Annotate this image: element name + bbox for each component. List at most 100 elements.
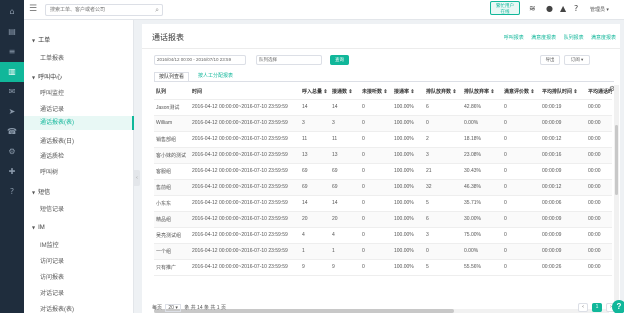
page-number-button[interactable]: 1	[592, 303, 602, 312]
scroll-thumb[interactable]	[615, 125, 618, 195]
table-row[interactable]: 吴亮测试组 2016-04-12 00:00:00~2016-07-10 23:5…	[154, 227, 612, 244]
col-unanswered[interactable]: 未接听数 ⇕	[360, 85, 392, 100]
col-abandon-rate[interactable]: 排队放弃率 ⇕	[462, 85, 502, 100]
cell-unanswered: 0	[360, 147, 392, 164]
home-icon[interactable]: ⌂	[0, 2, 24, 22]
status-badge[interactable]: 繁忙用户 在线	[490, 1, 520, 15]
cell-abandon-rate: 35.71%	[462, 195, 502, 212]
cell-unanswered: 0	[360, 131, 392, 148]
search-input[interactable]	[50, 5, 150, 15]
cell-avg-queue: 00:00:09	[540, 211, 586, 228]
nav-item-call-tree[interactable]: 呼叫树	[40, 167, 58, 176]
table-row[interactable]: 售前组 2016-04-12 00:00:00~2016-07-10 23:59:…	[154, 179, 612, 196]
link-satisfaction-report-2[interactable]: 满意度报表	[591, 35, 616, 41]
col-satisfaction[interactable]: 满意评价数 ⇕	[502, 85, 540, 100]
nav-item-visit-records[interactable]: 访问记录	[40, 256, 64, 265]
col-inbound-total[interactable]: 呼入总量 ⇕	[300, 85, 330, 100]
cell-abandon-rate: 0.00%	[462, 243, 502, 260]
alert-icon[interactable]: ▲	[560, 4, 566, 14]
queue-select[interactable]: 队列选择	[256, 55, 322, 65]
nav-item-call-quality[interactable]: 通话质检	[40, 151, 64, 160]
nav-item-im-monitor[interactable]: IM监控	[40, 240, 59, 249]
nav-item-sms-records[interactable]: 短信记录	[40, 204, 64, 213]
cell-queue: 小东东	[154, 195, 190, 212]
message-icon[interactable]: ✉	[0, 82, 24, 102]
nav-group-im[interactable]: ▼ IM	[32, 225, 45, 231]
col-answer-rate[interactable]: 接通率 ⇕	[392, 85, 424, 100]
nav-item-call-report-table[interactable]: 通话报表(表)	[24, 116, 134, 130]
menu-toggle-icon[interactable]: ☰	[29, 4, 39, 14]
cell-avg-queue: 00:00:09	[540, 163, 586, 180]
query-button[interactable]: 查询	[330, 55, 349, 65]
col-abandon-count[interactable]: 排队放弃数 ⇕	[424, 85, 462, 100]
cell-time: 2016-04-12 00:00:00~2016-07-10 23:59:59	[190, 99, 300, 116]
list-icon[interactable]: ≡	[0, 42, 24, 62]
nav-item-call-records[interactable]: 通话记录	[40, 104, 64, 113]
table-row[interactable]: 小东东 2016-04-12 00:00:00~2016-07-10 23:59:…	[154, 195, 612, 212]
table-row[interactable]: 只有推广 2016-04-12 00:00:00~2016-07-10 23:59…	[154, 259, 612, 276]
cell-abandon-rate: 30.00%	[462, 211, 502, 228]
cell-inbound: 1	[300, 243, 330, 260]
cell-avg-talk: 00:00	[586, 243, 612, 260]
nav-item-call-report-day[interactable]: 通话报表(日)	[40, 136, 74, 145]
cell-avg-queue: 00:00:09	[540, 243, 586, 260]
cell-avg-queue: 00:00:16	[540, 147, 586, 164]
col-queue[interactable]: 队列	[154, 85, 190, 100]
table-row[interactable]: 一个组 2016-04-12 00:00:00~2016-07-10 23:59:…	[154, 243, 612, 260]
cell-answer-rate: 100.00%	[392, 179, 424, 196]
cell-abandon-rate: 30.43%	[462, 163, 502, 180]
nav-item-call-monitor[interactable]: 呼叫监控	[40, 88, 64, 97]
cell-abandon: 5	[424, 195, 462, 212]
prev-page-button[interactable]: ‹	[578, 303, 588, 312]
main-panel: 通话报表 呼叫报表 满意度报表 队列报表 满意度报表 2016/04/12 00…	[142, 24, 620, 313]
cell-queue: Jason测试	[154, 99, 190, 116]
caret-down-icon: ▼	[32, 190, 36, 195]
help-chat-button[interactable]: ?	[612, 300, 624, 313]
table-row[interactable]: 客小妹的测试 2016-04-12 00:00:00~2016-07-10 23:…	[154, 147, 612, 164]
table-row[interactable]: 客服组 2016-04-12 00:00:00~2016-07-10 23:59:…	[154, 163, 612, 180]
table-row[interactable]: 精品组 2016-04-12 00:00:00~2016-07-10 23:59:…	[154, 211, 612, 228]
user-menu[interactable]: 管理员 ▾	[590, 6, 609, 13]
link-queue-report[interactable]: 队列报表	[564, 35, 584, 41]
col-answered[interactable]: 接通数 ⇕	[330, 85, 360, 100]
nav-item-visit-report[interactable]: 访问报表	[40, 272, 64, 281]
help-icon[interactable]: ?	[0, 182, 24, 202]
global-search[interactable]: ⌕	[45, 4, 163, 16]
per-page-select[interactable]: 20 ▾	[165, 304, 181, 312]
plugin-icon[interactable]: ✚	[0, 162, 24, 182]
nav-group-sms[interactable]: ▼ 短信	[32, 187, 50, 196]
cell-satisfaction: 0	[502, 163, 540, 180]
date-range-input[interactable]: 2016/04/12 00:00 - 2016/07/10 23:59	[154, 55, 246, 65]
search-icon[interactable]: ⌕	[155, 5, 159, 15]
table-row[interactable]: Jason测试 2016-04-12 00:00:00~2016-07-10 23…	[154, 99, 612, 116]
link-satisfaction-report[interactable]: 满意度报表	[531, 35, 556, 41]
cell-abandon: 5	[424, 259, 462, 276]
contact-icon[interactable]: ☎	[0, 122, 24, 142]
table-row[interactable]: William 2016-04-12 00:00:00~2016-07-10 23…	[154, 115, 612, 132]
question-icon[interactable]: ?	[574, 4, 578, 14]
send-icon[interactable]: ➤	[0, 102, 24, 122]
cell-queue: 客服组	[154, 163, 190, 180]
notification-icon[interactable]: ●	[546, 4, 553, 14]
wifi-icon[interactable]: ≋	[529, 4, 536, 14]
cell-abandon-rate: 18.18%	[462, 131, 502, 148]
settings-icon[interactable]: ⚙	[0, 142, 24, 162]
ticket-icon[interactable]: ▤	[0, 22, 24, 42]
col-avg-queue-time[interactable]: 平均排队时间 ⇕	[540, 85, 586, 100]
export-button[interactable]: 导出	[540, 55, 560, 65]
collapse-handle[interactable]: ‹	[134, 170, 140, 186]
table-row[interactable]: 销售部组 2016-04-12 00:00:00~2016-07-10 23:59…	[154, 131, 612, 148]
cell-inbound: 69	[300, 179, 330, 196]
subscribe-button[interactable]: 订阅 ▾	[564, 55, 590, 65]
nav-item-chat-report[interactable]: 对话报表(表)	[40, 304, 74, 313]
nav-group-ticket[interactable]: ▼ 工单	[32, 35, 50, 44]
report-icon[interactable]: ▥	[0, 62, 24, 82]
nav-item-chat-records[interactable]: 对话记录	[40, 288, 64, 297]
vertical-scrollbar[interactable]	[614, 85, 619, 313]
nav-item-ticket-report[interactable]: 工单报表	[40, 53, 64, 62]
col-time[interactable]: 时间	[190, 85, 300, 100]
cell-inbound: 4	[300, 227, 330, 244]
cell-abandon: 0	[424, 243, 462, 260]
nav-group-call-center[interactable]: ▼ 呼叫中心	[32, 72, 62, 81]
link-call-report[interactable]: 呼叫报表	[504, 35, 524, 41]
